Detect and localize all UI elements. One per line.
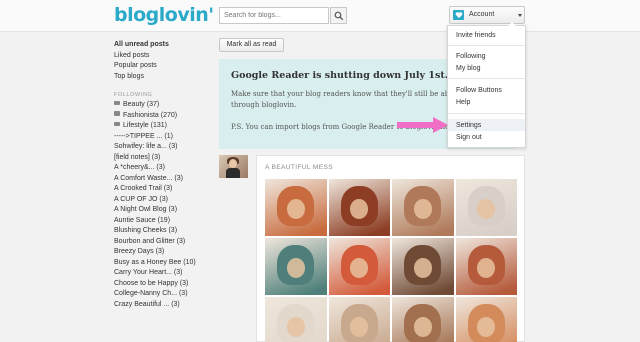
blog-item[interactable]: Bourbon and Glitter (3) (114, 237, 214, 248)
post-photo[interactable] (455, 297, 517, 342)
sidebar: All unread posts Liked posts Popular pos… (114, 40, 214, 310)
blog-item[interactable]: A CUP OF JO (3) (114, 195, 214, 206)
top-header: bloglovin' Account (0, 0, 640, 32)
blog-item[interactable]: Auntie Sauce (19) (114, 216, 214, 227)
account-dropdown-menu: Invite friends Following My blog Follow … (447, 22, 526, 148)
blog-item[interactable]: A Night Owl Blog (3) (114, 205, 214, 216)
menu-item-help[interactable]: Help (456, 99, 470, 106)
blog-item[interactable]: Breezy Days (3) (114, 247, 214, 258)
bloglovin-logo[interactable]: bloglovin' (114, 4, 214, 26)
sidebar-item-all-unread[interactable]: All unread posts (114, 40, 214, 51)
post-photo[interactable] (328, 238, 390, 295)
blog-item[interactable]: Choose to be Happy (3) (114, 279, 214, 290)
blog-item[interactable]: ----->TIPPEE ... (1) (114, 132, 214, 143)
blog-item[interactable]: Blushing Cheeks (3) (114, 226, 214, 237)
folder-icon (114, 100, 120, 106)
blog-item[interactable]: A *cheery&... (3) (114, 163, 214, 174)
search-icon (334, 11, 344, 21)
blog-item[interactable]: College-Nanny Ch... (3) (114, 289, 214, 300)
menu-divider (448, 78, 525, 79)
account-label: Account (469, 11, 495, 18)
post-photo[interactable] (328, 297, 390, 342)
blog-item[interactable]: A Crooked Trail (3) (114, 184, 214, 195)
sidebar-item-liked[interactable]: Liked posts (114, 51, 214, 62)
blog-item[interactable]: A Comfort Waste... (3) (114, 174, 214, 185)
menu-item-my-blog[interactable]: My blog (456, 65, 481, 72)
blog-item[interactable]: Crazy Beautiful ... (3) (114, 300, 214, 311)
post-photo[interactable] (328, 179, 390, 236)
following-heading: FOLLOWING (114, 92, 153, 98)
chevron-down-icon (518, 14, 522, 17)
annotation-arrow-icon (397, 117, 448, 133)
post-photo[interactable] (392, 238, 454, 295)
folder-item[interactable]: Lifestyle (131) (114, 121, 214, 132)
menu-item-settings[interactable]: Settings (456, 122, 481, 129)
post-photo[interactable] (392, 297, 454, 342)
folder-item[interactable]: Beauty (37) (114, 100, 214, 111)
blog-item[interactable]: [field notes] (3) (114, 153, 214, 164)
post-photo[interactable] (455, 179, 517, 236)
mark-all-read-button[interactable]: Mark all as read (219, 38, 284, 52)
menu-divider (448, 45, 525, 46)
blog-post-card: A BEAUTIFUL MESS (256, 155, 525, 342)
search-button[interactable] (330, 7, 347, 24)
blog-item[interactable]: Busy as a Honey Bee (10) (114, 258, 214, 269)
menu-item-invite-friends[interactable]: Invite friends (456, 32, 496, 39)
post-photo[interactable] (265, 179, 327, 236)
menu-item-follow-buttons[interactable]: Follow Buttons (456, 87, 502, 94)
blog-search-input[interactable] (219, 7, 329, 24)
post-photo[interactable] (265, 238, 327, 295)
menu-item-following[interactable]: Following (456, 53, 486, 60)
folder-icon (114, 111, 120, 116)
post-title[interactable]: A BEAUTIFUL MESS (265, 164, 333, 171)
blog-item[interactable]: Carry Your Heart... (3) (114, 268, 214, 279)
folder-item[interactable]: Fashionista (270) (114, 111, 214, 122)
heart-icon (453, 10, 464, 20)
blog-item[interactable]: Sohwifey: life a... (3) (114, 142, 214, 153)
sidebar-item-top-blogs[interactable]: Top blogs (114, 72, 214, 83)
menu-item-sign-out[interactable]: Sign out (456, 134, 482, 141)
folder-icon (114, 121, 120, 127)
menu-divider (448, 113, 525, 114)
post-photo[interactable] (265, 297, 327, 342)
post-photo[interactable] (455, 238, 517, 295)
post-photo[interactable] (392, 179, 454, 236)
blog-avatar[interactable] (219, 155, 248, 178)
post-photo-grid[interactable] (265, 179, 517, 342)
sidebar-item-popular[interactable]: Popular posts (114, 61, 214, 72)
